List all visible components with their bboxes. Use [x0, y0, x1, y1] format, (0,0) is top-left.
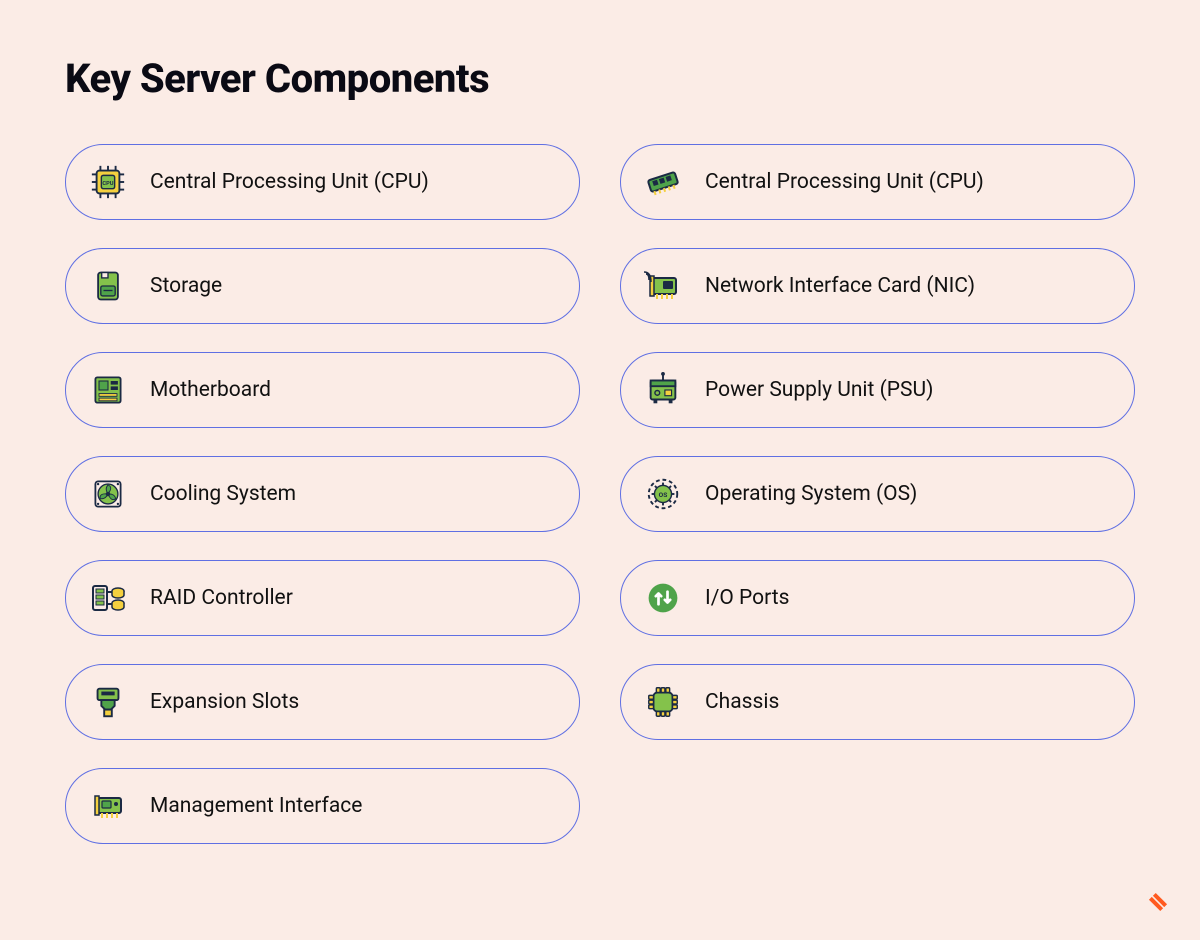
component-label: Power Supply Unit (PSU): [705, 378, 933, 402]
component-label: I/O Ports: [705, 586, 789, 610]
component-label: Storage: [150, 274, 222, 298]
component-label: Management Interface: [150, 794, 362, 818]
nic-icon: [643, 266, 683, 306]
io-icon: [643, 578, 683, 618]
component-label: Chassis: [705, 690, 779, 714]
component-label: Network Interface Card (NIC): [705, 274, 975, 298]
component-grid: CPU Central Processing Unit (CPU): [65, 144, 1135, 844]
svg-text:OS: OS: [659, 491, 668, 499]
component-label: Central Processing Unit (CPU): [705, 170, 984, 194]
component-label: Motherboard: [150, 378, 271, 402]
raid-icon: [88, 578, 128, 618]
page-title: Key Server Components: [65, 55, 1135, 102]
component-label: RAID Controller: [150, 586, 293, 610]
component-psu: Power Supply Unit (PSU): [620, 352, 1135, 428]
component-cpu: CPU Central Processing Unit (CPU): [65, 144, 580, 220]
brand-geekflare-icon: [1142, 886, 1174, 918]
psu-icon: [643, 370, 683, 410]
component-label: Operating System (OS): [705, 482, 917, 506]
component-storage: Storage: [65, 248, 580, 324]
component-ram: Central Processing Unit (CPU): [620, 144, 1135, 220]
svg-text:CPU: CPU: [102, 181, 113, 187]
component-expansion: Expansion Slots: [65, 664, 580, 740]
component-os: OS Operating System (OS): [620, 456, 1135, 532]
cpu-icon: CPU: [88, 162, 128, 202]
ram-icon: [643, 162, 683, 202]
component-cooling: Cooling System: [65, 456, 580, 532]
component-nic: Network Interface Card (NIC): [620, 248, 1135, 324]
component-label: Central Processing Unit (CPU): [150, 170, 429, 194]
cooling-icon: [88, 474, 128, 514]
os-icon: OS: [643, 474, 683, 514]
component-label: Expansion Slots: [150, 690, 299, 714]
chassis-icon: [643, 682, 683, 722]
component-chassis: Chassis: [620, 664, 1135, 740]
storage-icon: [88, 266, 128, 306]
motherboard-icon: [88, 370, 128, 410]
component-label: Cooling System: [150, 482, 296, 506]
component-motherboard: Motherboard: [65, 352, 580, 428]
component-mgmt: Management Interface: [65, 768, 580, 844]
component-io: I/O Ports: [620, 560, 1135, 636]
mgmt-icon: [88, 786, 128, 826]
component-raid: RAID Controller: [65, 560, 580, 636]
expansion-icon: [88, 682, 128, 722]
